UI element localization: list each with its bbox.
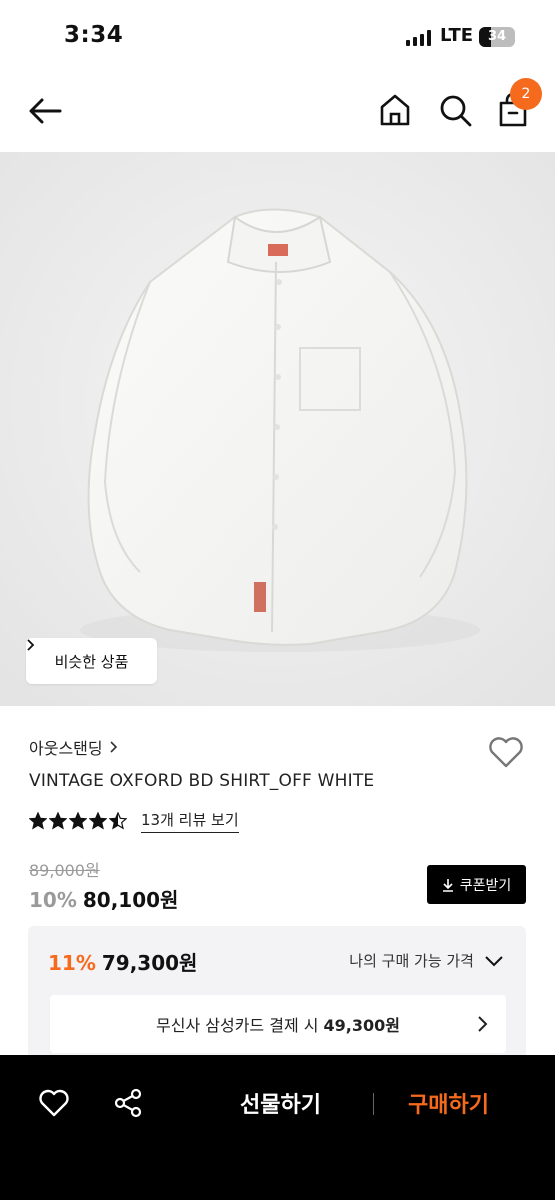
price-row: 10% 80,100원 [29, 884, 178, 913]
search-icon[interactable] [436, 91, 474, 129]
card-benefit-price: 49,300원 [323, 1016, 400, 1035]
card-benefit-row[interactable]: 무신사 삼성카드 결제 시 49,300원 [50, 995, 506, 1053]
brand-name: 아웃스탠딩 [29, 739, 103, 758]
heart-icon[interactable] [38, 1087, 70, 1119]
star-icon [29, 812, 47, 830]
original-price: 89,000원 [29, 861, 100, 880]
gift-button[interactable]: 선물하기 [240, 1087, 321, 1119]
product-name: VINTAGE OXFORD BD SHIRT_OFF WHITE [29, 771, 375, 791]
star-icon [109, 812, 127, 830]
promo-box: 11% 79,300원 나의 구매 가능 가격 무신사 삼성카드 결제 시 49… [28, 926, 526, 1066]
download-icon [442, 878, 453, 892]
similar-products-label: 비슷한 상품 [54, 652, 129, 671]
star-rating [29, 812, 127, 830]
cart-count-badge: 2 [510, 78, 542, 110]
chevron-right-icon [110, 741, 117, 753]
star-icon [49, 812, 67, 830]
rating-row: 13개 리뷰 보기 [29, 809, 239, 833]
buy-button[interactable]: 구매하기 [408, 1087, 489, 1119]
best-discount-rate: 11% [48, 951, 96, 975]
wishlist-heart-icon[interactable] [487, 734, 525, 770]
share-icon[interactable] [112, 1087, 144, 1119]
star-icon [69, 812, 87, 830]
divider [373, 1093, 374, 1115]
back-arrow-icon[interactable] [26, 91, 66, 131]
my-price-label: 나의 구매 가능 가격 [349, 952, 474, 970]
signal-icon [406, 30, 431, 46]
brand-link[interactable]: 아웃스탠딩 [29, 735, 119, 759]
discount-rate: 10% [29, 888, 77, 912]
review-link[interactable]: 13개 리뷰 보기 [141, 809, 239, 833]
best-price: 79,300원 [101, 951, 198, 975]
similar-products-button[interactable]: 비슷한 상품 [26, 638, 157, 684]
battery-level: 34 [487, 29, 507, 44]
shirt-illustration [0, 152, 555, 706]
bottom-action-bar: 선물하기 구매하기 [0, 1055, 555, 1200]
home-icon[interactable] [376, 91, 414, 129]
status-time: 3:34 [64, 22, 124, 48]
chevron-right-icon [27, 639, 35, 651]
chevron-right-icon [478, 1016, 488, 1032]
my-price-toggle[interactable]: 나의 구매 가능 가격 [349, 950, 504, 971]
best-price-row: 11% 79,300원 [48, 947, 197, 976]
coupon-label: 쿠폰받기 [459, 877, 512, 894]
sale-price: 80,100원 [82, 888, 179, 912]
card-benefit-text: 무신사 삼성카드 결제 시 [156, 1016, 319, 1035]
chevron-down-icon [485, 955, 503, 966]
top-nav [0, 72, 555, 152]
product-image[interactable]: 비슷한 상품 [0, 152, 555, 706]
status-bar: 3:34 LTE 34 [0, 0, 555, 72]
battery-icon: 34 [479, 27, 515, 47]
coupon-button[interactable]: 쿠폰받기 [427, 865, 526, 904]
star-icon [89, 812, 107, 830]
network-label: LTE [440, 25, 474, 46]
